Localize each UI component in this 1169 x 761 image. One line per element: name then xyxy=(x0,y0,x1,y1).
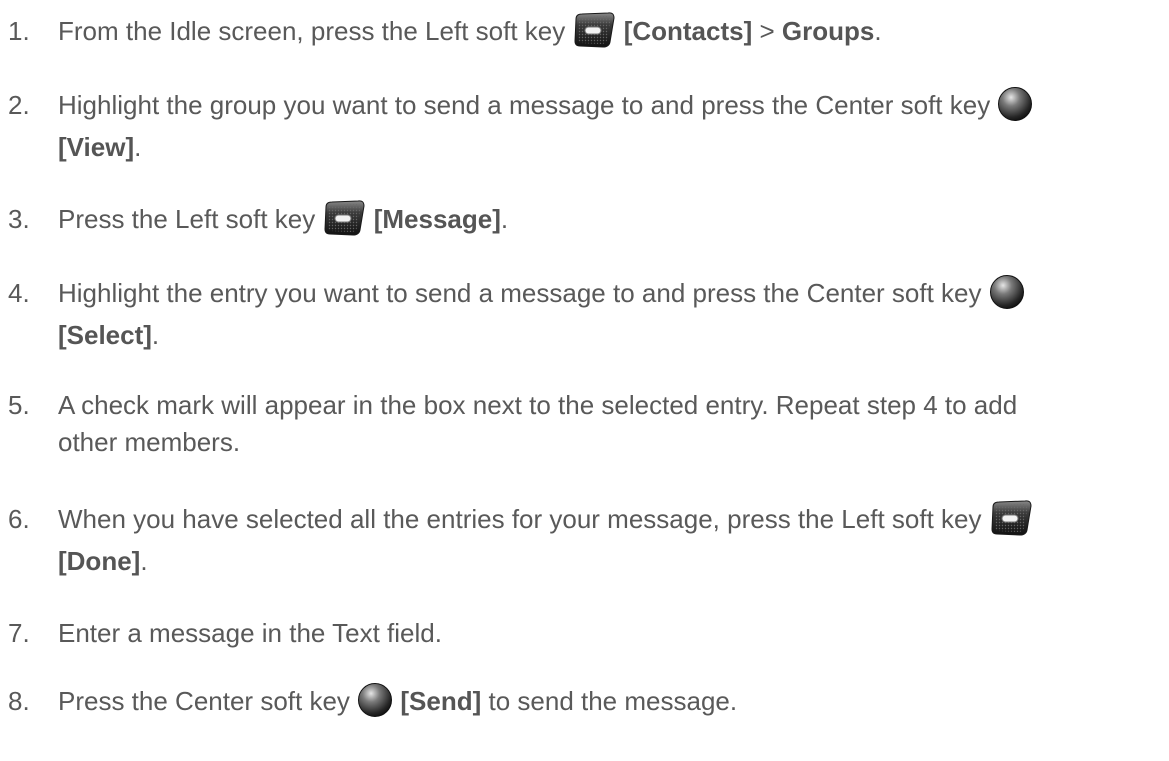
step-number: 4. xyxy=(8,278,30,308)
center-soft-key-icon xyxy=(997,86,1033,122)
step-text: Press the Left soft key [Message]. xyxy=(58,198,1163,240)
step-text: Press the Center soft key [Send] to send… xyxy=(58,680,1163,722)
step-number: 8. xyxy=(8,686,30,716)
key-label: [Message] xyxy=(373,204,501,234)
step-text: When you have selected all the entries f… xyxy=(58,498,1163,582)
step-number: 5. xyxy=(8,390,30,420)
step-text: Highlight the group you want to send a m… xyxy=(58,84,1163,168)
key-label: [Select] xyxy=(58,320,152,350)
center-soft-key-icon xyxy=(357,682,393,718)
key-label: [Contacts] xyxy=(623,16,753,46)
step-number: 7. xyxy=(8,618,30,648)
step-number: 1. xyxy=(8,16,30,46)
key-label: Groups xyxy=(781,16,875,46)
step-text: A check mark will appear in the box next… xyxy=(58,390,1018,457)
key-label: [View] xyxy=(58,132,135,162)
left-soft-key-icon xyxy=(989,500,1033,536)
left-soft-key-icon xyxy=(572,12,616,48)
step-text: Highlight the entry you want to send a m… xyxy=(58,272,1163,356)
step-number: 6. xyxy=(8,504,30,534)
step-text: Enter a message in the Text field. xyxy=(58,618,442,648)
key-label: [Send] xyxy=(400,686,482,716)
left-soft-key-icon xyxy=(322,200,366,236)
step-number: 2. xyxy=(8,90,30,120)
center-soft-key-icon xyxy=(989,274,1025,310)
step-text: From the Idle screen, press the Left sof… xyxy=(58,10,1163,52)
key-label: [Done] xyxy=(58,546,141,576)
step-number: 3. xyxy=(8,204,30,234)
